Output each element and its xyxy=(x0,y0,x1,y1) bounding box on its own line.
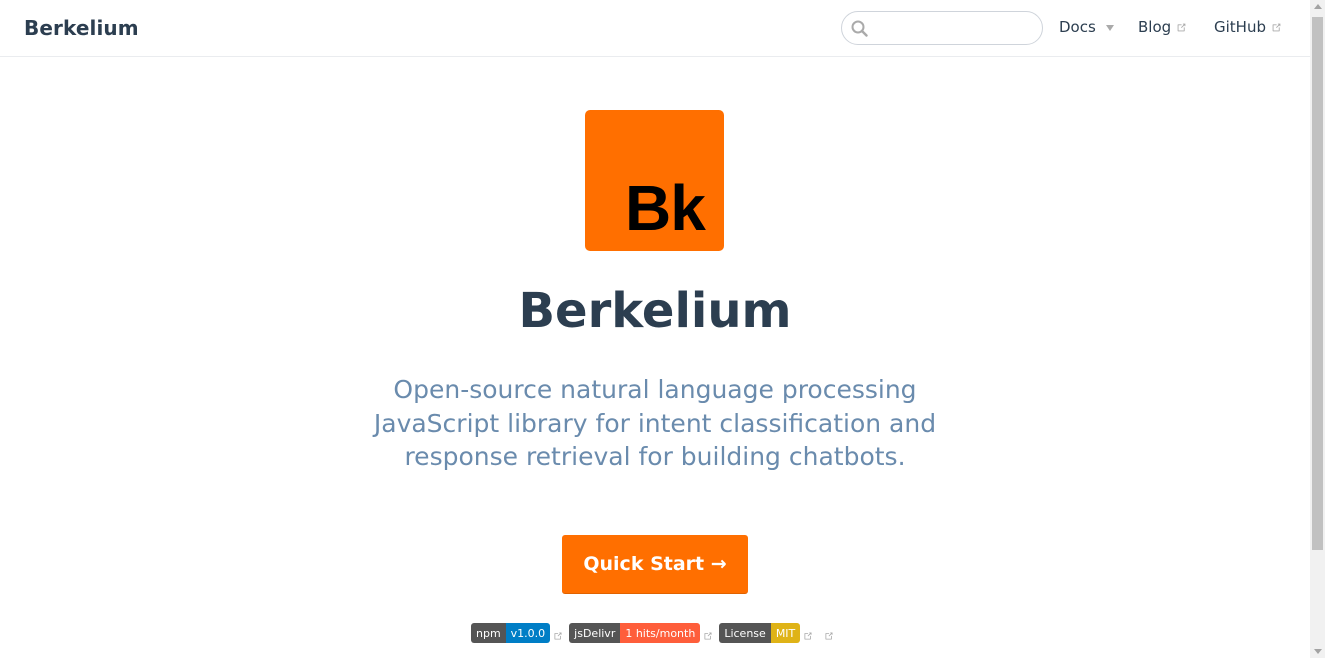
external-link-icon xyxy=(554,632,562,640)
external-link-icon xyxy=(825,632,833,640)
chevron-down-icon xyxy=(1105,25,1114,31)
navbar: Berkelium Docs Blog GitHub xyxy=(0,0,1310,57)
hero-title: Berkelium xyxy=(518,283,792,339)
nav-docs-label: Docs xyxy=(1059,18,1096,36)
badge-label: License xyxy=(719,623,771,643)
external-link-icon xyxy=(704,632,712,640)
license-badge[interactable]: License MIT xyxy=(719,623,801,643)
badges-row: npm v1.0.0 jsDelivr 1 hits/month License… xyxy=(471,623,840,643)
nav-github-link[interactable]: GitHub xyxy=(1214,18,1282,36)
badge-label: npm xyxy=(471,623,506,643)
site-name-link[interactable]: Berkelium xyxy=(24,16,139,40)
badge-value: MIT xyxy=(770,623,801,643)
logo-text: Bk xyxy=(625,172,706,244)
search-box[interactable] xyxy=(841,11,1043,45)
quick-start-button[interactable]: Quick Start → xyxy=(562,535,748,594)
nav-github-label: GitHub xyxy=(1214,18,1266,36)
nav-docs-dropdown[interactable]: Docs xyxy=(1059,18,1114,36)
page: Berkelium Docs Blog GitHub Bk Berkelium … xyxy=(0,0,1325,658)
search-input[interactable] xyxy=(872,16,1036,42)
vertical-scrollbar[interactable] xyxy=(1310,0,1325,658)
jsdelivr-badge[interactable]: jsDelivr 1 hits/month xyxy=(569,623,701,643)
nav-blog-label: Blog xyxy=(1138,18,1172,36)
scrollbar-thumb[interactable] xyxy=(1312,17,1323,550)
external-link-icon xyxy=(1272,23,1281,32)
npm-badge[interactable]: npm v1.0.0 xyxy=(471,623,551,643)
hero-logo: Bk xyxy=(585,110,724,251)
scroll-down-arrow-icon[interactable] xyxy=(1314,649,1322,654)
badge-value: v1.0.0 xyxy=(505,623,551,643)
nav-blog-link[interactable]: Blog xyxy=(1138,18,1187,36)
badge-label: jsDelivr xyxy=(569,623,621,643)
hero-description: Open-source natural language processing … xyxy=(373,375,937,471)
external-link-icon xyxy=(804,632,812,640)
external-link-icon xyxy=(1177,23,1186,32)
search-icon xyxy=(851,20,868,37)
scroll-up-arrow-icon[interactable] xyxy=(1314,4,1322,9)
badge-value: 1 hits/month xyxy=(620,623,701,643)
